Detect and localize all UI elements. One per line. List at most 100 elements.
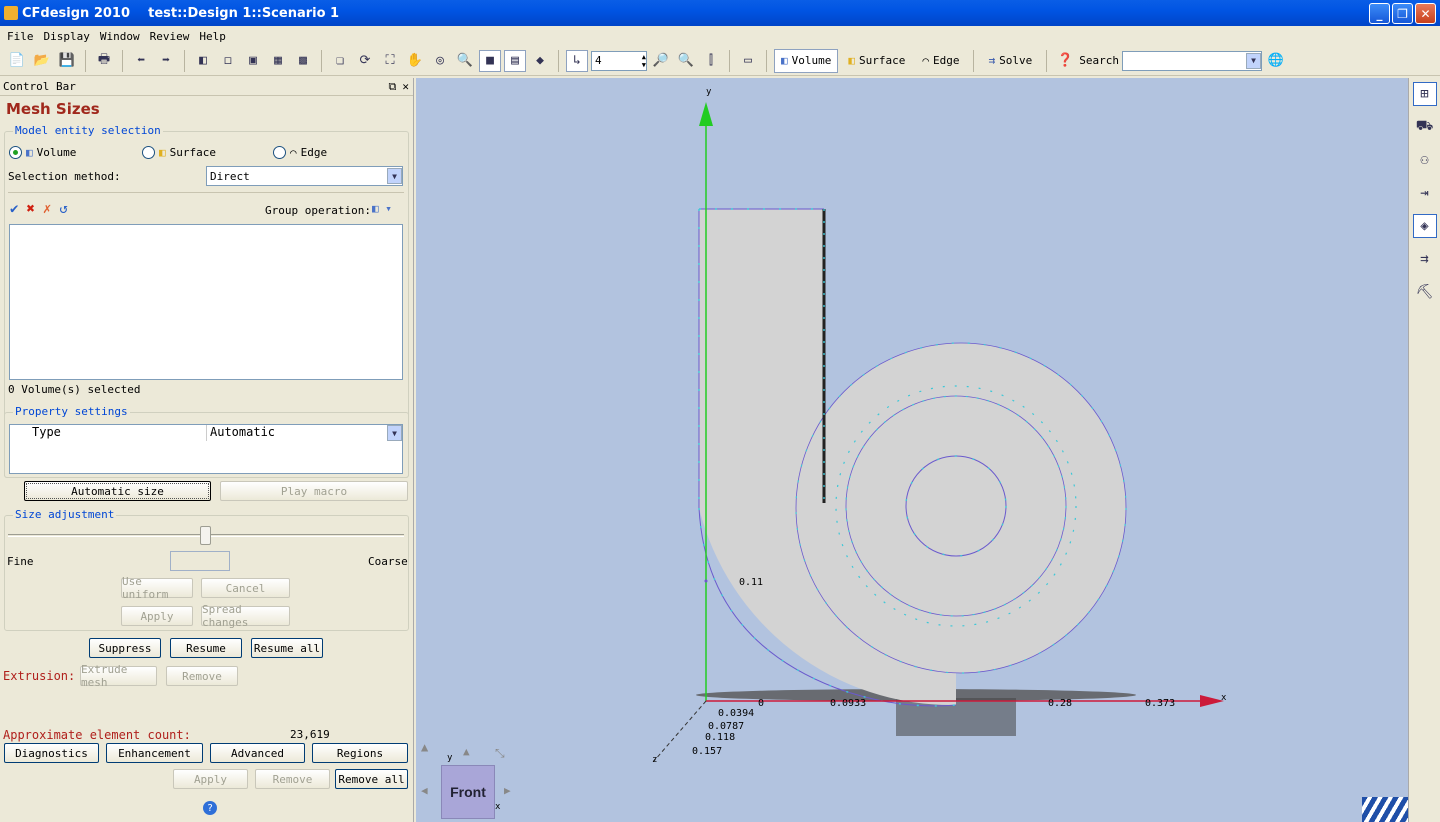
motion-icon[interactable]: ⇥	[1413, 181, 1437, 205]
select-all-icon[interactable]: ✔	[10, 201, 18, 217]
new-file-icon[interactable]: 📄	[6, 50, 28, 72]
surface-radio[interactable]	[142, 146, 155, 159]
close-button[interactable]: ✕	[1415, 3, 1436, 24]
volume-mode-button[interactable]: ◧ Volume	[774, 48, 839, 73]
step-spinner[interactable]: 4 ▲ ▼	[591, 50, 647, 71]
color-cube-icon[interactable]: ■	[479, 49, 501, 72]
surface-radio-label: Surface	[169, 146, 216, 159]
zoom-in-icon[interactable]: 🔎	[650, 50, 672, 72]
selection-listbox[interactable]	[9, 224, 403, 380]
rotate-right-icon[interactable]: ▶	[504, 784, 511, 797]
volume-radio[interactable]	[9, 146, 22, 159]
print-icon[interactable]: 🖶	[93, 50, 115, 72]
solve-icon[interactable]: ⇉	[1413, 247, 1437, 271]
volume-small-icon: ◧	[26, 146, 33, 159]
cube-solid-icon[interactable]: ◧	[192, 50, 214, 72]
solve-button[interactable]: ⇉ Solve	[981, 49, 1039, 73]
selection-method-select[interactable]: Direct ▼	[206, 166, 403, 186]
open-folder-icon[interactable]: 📂	[31, 50, 53, 72]
extrude-mesh-button[interactable]: Extrude mesh	[80, 663, 157, 689]
float-panel-icon[interactable]: ⧉	[389, 80, 397, 93]
menu-help[interactable]: Help	[196, 30, 233, 43]
maximize-button[interactable]: ❐	[1392, 3, 1413, 24]
rotate-up-left-icon[interactable]: ▲	[421, 740, 428, 754]
delete-icon[interactable]: ✖	[26, 201, 34, 217]
save-icon[interactable]: 💾	[56, 50, 78, 72]
cube-shaded-icon[interactable]: ▣	[242, 50, 264, 72]
design-tree-icon[interactable]: ⊞	[1412, 82, 1437, 106]
fit-view-icon[interactable]: ⛶	[379, 50, 401, 72]
rotate-left-icon[interactable]: ◀	[421, 784, 428, 797]
chevron-down-icon[interactable]: ▼	[387, 425, 402, 441]
view-cube-y-label: y	[447, 753, 453, 763]
spread-changes-button[interactable]: Spread changes	[201, 603, 290, 629]
menu-file[interactable]: File	[4, 30, 41, 43]
graphics-viewport[interactable]: y x z 0 0.0933 0.28 0.373 0.0394 0.0787 …	[416, 78, 1408, 822]
use-uniform-button[interactable]: Use uniform	[121, 575, 193, 601]
forward-arrow-icon[interactable]: ➡	[155, 50, 177, 72]
edge-mode-button[interactable]: ⌒ Edge	[915, 49, 966, 73]
bottom-apply-button[interactable]: Apply	[173, 769, 248, 789]
cube-hidden-icon[interactable]: ▦	[267, 50, 289, 72]
mirror-icon[interactable]: ⫿	[700, 50, 722, 72]
rotate-icon[interactable]: ⟳	[354, 50, 376, 72]
extrusion-remove-button[interactable]: Remove	[166, 666, 238, 686]
surface-mode-button[interactable]: ◧ Surface	[841, 49, 912, 73]
axis-triad-icon[interactable]: ↳	[566, 49, 588, 72]
materials-icon[interactable]: ⛟	[1413, 115, 1437, 139]
diagnostics-button[interactable]: Diagnostics	[4, 743, 99, 763]
search-dropdown-icon[interactable]: ▼	[1245, 52, 1261, 69]
bottom-remove-button[interactable]: Remove	[255, 769, 330, 789]
remove-all-button[interactable]: Remove all	[335, 769, 408, 789]
group-operation-icon[interactable]: ◧ ▾	[372, 202, 392, 215]
window-title: CFdesign 2010 test::Design 1::Scenario 1	[22, 5, 340, 21]
suppress-button[interactable]: Suppress	[89, 638, 161, 658]
advanced-button[interactable]: Advanced	[210, 743, 305, 763]
refresh-icon[interactable]: ↺	[59, 201, 67, 217]
volute-body[interactable]	[698, 208, 1127, 707]
pan-icon[interactable]: ✋	[404, 50, 426, 72]
results-icon[interactable]: ⛏	[1413, 280, 1437, 304]
size-value-field[interactable]	[170, 551, 230, 571]
globe-icon[interactable]: 🌐	[1265, 50, 1287, 72]
rotate-diagonal-icon[interactable]: ⤡	[495, 746, 505, 761]
regions-button[interactable]: Regions	[312, 743, 408, 763]
close-panel-icon[interactable]: ✕	[402, 80, 409, 93]
size-slider-thumb[interactable]	[200, 526, 211, 545]
eraser-icon[interactable]: ◆	[529, 50, 551, 72]
help-circle-icon[interactable]: ?	[203, 801, 217, 815]
play-macro-button[interactable]: Play macro	[220, 481, 408, 501]
window-layout-icon[interactable]: ▭	[737, 50, 759, 72]
back-arrow-icon[interactable]: ⬅	[130, 50, 152, 72]
prop-type-select[interactable]: Automatic ▼	[207, 425, 402, 441]
menu-bar: File Display Window Review Help	[0, 26, 1440, 46]
cube-outline-icon[interactable]: ▩	[292, 50, 314, 72]
spinner-arrows-icon[interactable]: ▲ ▼	[642, 53, 646, 69]
clear-icon[interactable]: ✗	[43, 201, 51, 217]
chevron-down-icon[interactable]: ▼	[387, 168, 402, 184]
view-cube-front[interactable]: Front	[441, 765, 495, 819]
zoom-extents-icon[interactable]: 🔍	[675, 50, 697, 72]
minimize-button[interactable]: _	[1369, 3, 1390, 24]
resume-all-button[interactable]: Resume all	[251, 638, 323, 658]
rotate-up-icon[interactable]: ▲	[463, 745, 470, 758]
display-mode-icon[interactable]: ▤	[504, 49, 526, 72]
enhancement-button[interactable]: Enhancement	[106, 743, 203, 763]
resume-button[interactable]: Resume	[170, 638, 242, 658]
cancel-button[interactable]: Cancel	[201, 578, 290, 598]
mesh-sizes-icon[interactable]: ◈	[1412, 214, 1437, 238]
search-input[interactable]: ▼	[1121, 50, 1262, 71]
menu-display[interactable]: Display	[41, 30, 97, 43]
menu-window[interactable]: Window	[97, 30, 147, 43]
cube-wire-icon[interactable]: ◻	[217, 50, 239, 72]
automatic-size-button[interactable]: Automatic size	[24, 481, 211, 501]
orbit-icon[interactable]: ◎	[429, 50, 451, 72]
help-icon[interactable]: ❓	[1054, 50, 1076, 72]
edge-radio[interactable]	[273, 146, 286, 159]
menu-review[interactable]: Review	[147, 30, 197, 43]
boundary-conditions-icon[interactable]: ⚇	[1413, 148, 1437, 172]
zoom-window-icon[interactable]: 🔍	[454, 50, 476, 72]
fine-label: Fine	[7, 555, 34, 568]
view-windows-icon[interactable]: ❏	[329, 50, 351, 72]
apply-button[interactable]: Apply	[121, 606, 193, 626]
